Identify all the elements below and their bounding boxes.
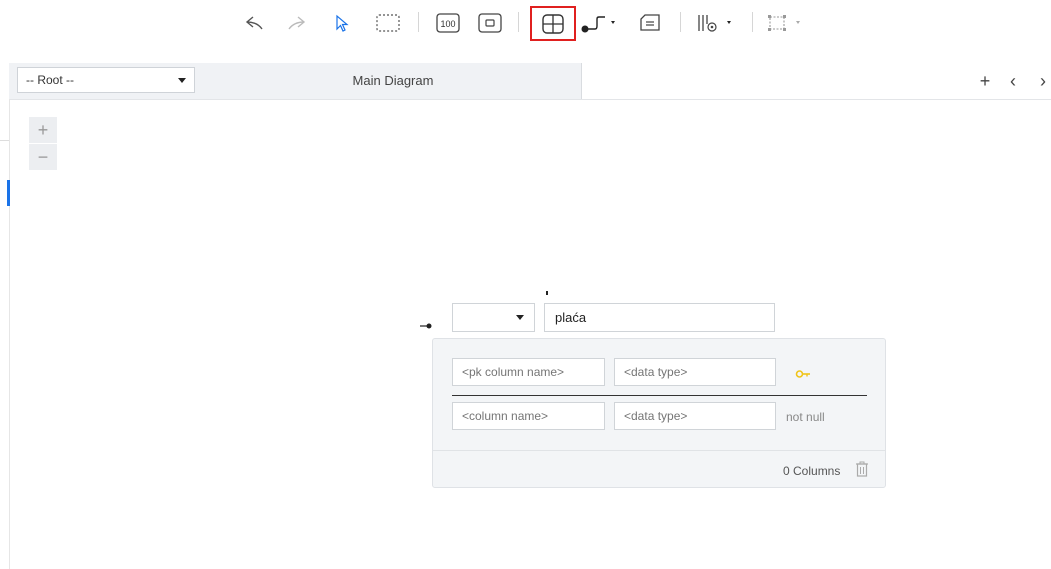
prev-tab-button[interactable]: ‹ bbox=[1004, 63, 1022, 99]
key-icon[interactable] bbox=[795, 368, 813, 380]
root-select[interactable]: -- Root -- bbox=[17, 67, 195, 93]
toolbar: 100 bbox=[0, 0, 1051, 48]
root-select-value: -- Root -- bbox=[26, 73, 74, 87]
pointer-icon[interactable] bbox=[330, 8, 354, 38]
tab-bar: -- Root -- Main Diagram + ‹ › bbox=[9, 63, 1051, 100]
panel-footer-divider bbox=[433, 450, 885, 451]
toolbar-separator bbox=[418, 12, 419, 32]
table-columns-panel: not null 0 Columns bbox=[432, 338, 886, 488]
redo-icon[interactable] bbox=[284, 8, 310, 38]
toolbar-separator bbox=[680, 12, 681, 32]
add-tab-button[interactable]: + bbox=[975, 63, 995, 99]
zoom-100-icon[interactable]: 100 bbox=[434, 8, 462, 38]
toolbar-separator bbox=[518, 12, 519, 32]
fit-icon[interactable] bbox=[476, 8, 504, 38]
chevron-down-icon bbox=[178, 78, 186, 83]
pk-data-type-input[interactable] bbox=[614, 358, 776, 386]
columns-count: 0 Columns bbox=[783, 464, 841, 478]
not-null-toggle[interactable]: not null bbox=[786, 409, 825, 425]
chevron-down-icon bbox=[516, 315, 524, 320]
trash-icon[interactable] bbox=[855, 461, 869, 477]
left-panel-border bbox=[9, 99, 10, 569]
column-data-type-input[interactable] bbox=[614, 402, 776, 430]
table-name-input[interactable] bbox=[544, 303, 775, 332]
pk-column-name-input[interactable] bbox=[452, 358, 605, 386]
left-panel-accent[interactable] bbox=[7, 180, 10, 206]
svg-text:100: 100 bbox=[440, 19, 455, 29]
zoom-in-button[interactable]: + bbox=[29, 117, 57, 143]
toolbar-separator bbox=[752, 12, 753, 32]
column-name-input[interactable] bbox=[452, 402, 605, 430]
tab-main-diagram[interactable]: Main Diagram bbox=[205, 63, 582, 99]
zoom-out-button[interactable]: − bbox=[29, 144, 57, 170]
table-schema-select[interactable] bbox=[452, 303, 535, 332]
layout-icon[interactable] bbox=[765, 8, 809, 38]
relation-icon[interactable] bbox=[579, 8, 623, 38]
connector-point bbox=[546, 291, 548, 295]
pk-divider bbox=[452, 395, 867, 396]
connector-handle-icon[interactable] bbox=[419, 321, 433, 331]
undo-icon[interactable] bbox=[241, 8, 267, 38]
view-options-icon[interactable] bbox=[694, 8, 740, 38]
left-panel-divider bbox=[0, 140, 9, 141]
note-icon[interactable] bbox=[636, 8, 664, 38]
table-icon[interactable] bbox=[530, 6, 576, 41]
marquee-select-icon[interactable] bbox=[373, 8, 403, 38]
next-tab-button[interactable]: › bbox=[1034, 63, 1051, 99]
